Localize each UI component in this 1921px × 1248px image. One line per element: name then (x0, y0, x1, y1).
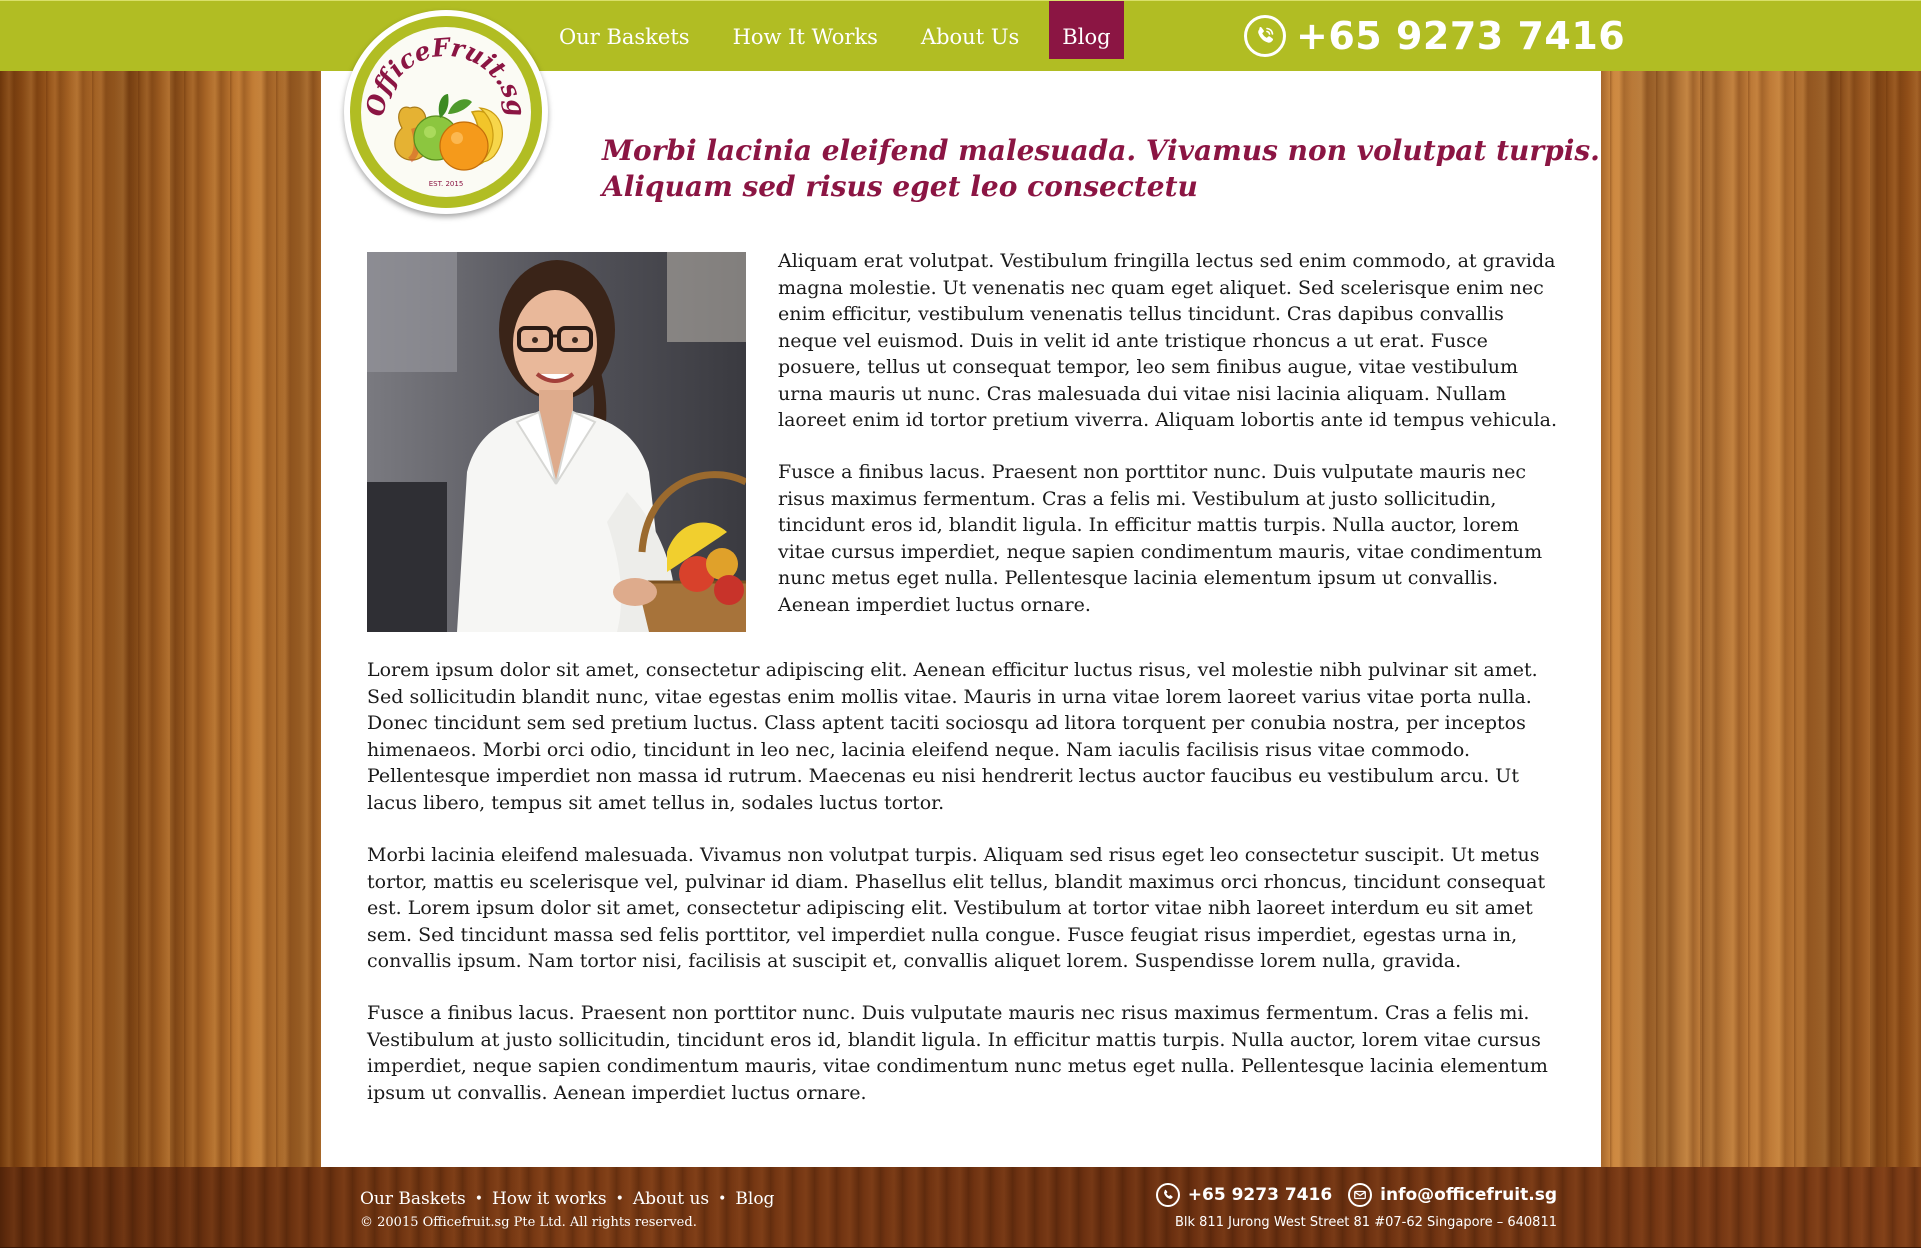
phone-icon (1244, 15, 1286, 57)
copyright-text: © 20015 Officefruit.sg Pte Ltd. All righ… (360, 1215, 697, 1230)
footer-link-how-it-works[interactable]: How it works (492, 1189, 607, 1209)
footer-phone[interactable]: +65 9273 7416 (1155, 1183, 1333, 1207)
nav-item-our-baskets[interactable]: Our Baskets (546, 1, 703, 59)
footer-separator: • (615, 1191, 624, 1207)
footer-phone-number: +65 9273 7416 (1187, 1185, 1333, 1205)
footer-separator: • (474, 1191, 483, 1207)
body-paragraph-3: Lorem ipsum dolor sit amet, consectetur … (367, 659, 1538, 814)
footer-link-about-us[interactable]: About us (633, 1189, 709, 1209)
officefruit-logo[interactable]: OfficeFruit.sg EST. 2015 (344, 10, 548, 214)
headline-line-2: Aliquam sed risus eget leo consectetu (602, 170, 1198, 203)
header-phone[interactable]: +65 9273 7416 (1244, 11, 1625, 61)
body-paragraph-5: Fusce a finibus lacus. Praesent non port… (367, 1002, 1548, 1104)
footer-link-blog[interactable]: Blog (735, 1189, 774, 1209)
site-footer: Our Baskets • How it works • About us • … (0, 1167, 1921, 1248)
footer-contact: +65 9273 7416 info@officefruit.sg (1155, 1183, 1557, 1207)
main-nav: Our Baskets How It Works About Us Blog (546, 1, 1124, 59)
footer-separator: • (718, 1191, 727, 1207)
body-paragraph-4: Morbi lacinia eleifend malesuada. Vivamu… (367, 844, 1546, 972)
body-paragraph-2: Fusce a finibus lacus. Praesent non port… (778, 461, 1543, 616)
nav-item-how-it-works[interactable]: How It Works (720, 1, 891, 59)
page-headline: Morbi lacinia eleifend malesuada. Vivamu… (602, 133, 1602, 205)
woman-with-fruit-basket-photo (367, 252, 746, 632)
footer-email[interactable]: info@officefruit.sg (1348, 1183, 1557, 1207)
nav-item-about-us[interactable]: About Us (908, 1, 1032, 59)
header-phone-number: +65 9273 7416 (1296, 14, 1626, 58)
phone-icon (1155, 1183, 1180, 1207)
logo-est: EST. 2015 (429, 180, 464, 188)
email-icon (1348, 1183, 1373, 1207)
top-nav-bar: Our Baskets How It Works About Us Blog +… (0, 0, 1921, 71)
footer-nav: Our Baskets • How it works • About us • … (360, 1189, 774, 1209)
nav-item-blog[interactable]: Blog (1049, 1, 1124, 59)
headline-line-1: Morbi lacinia eleifend malesuada. Vivamu… (602, 134, 1600, 167)
footer-address: Blk 811 Jurong West Street 81 #07-62 Sin… (1174, 1215, 1557, 1230)
footer-link-our-baskets[interactable]: Our Baskets (360, 1189, 466, 1209)
body-paragraph-1: Aliquam erat volutpat. Vestibulum fringi… (778, 250, 1558, 431)
footer-email-address: info@officefruit.sg (1380, 1185, 1557, 1205)
